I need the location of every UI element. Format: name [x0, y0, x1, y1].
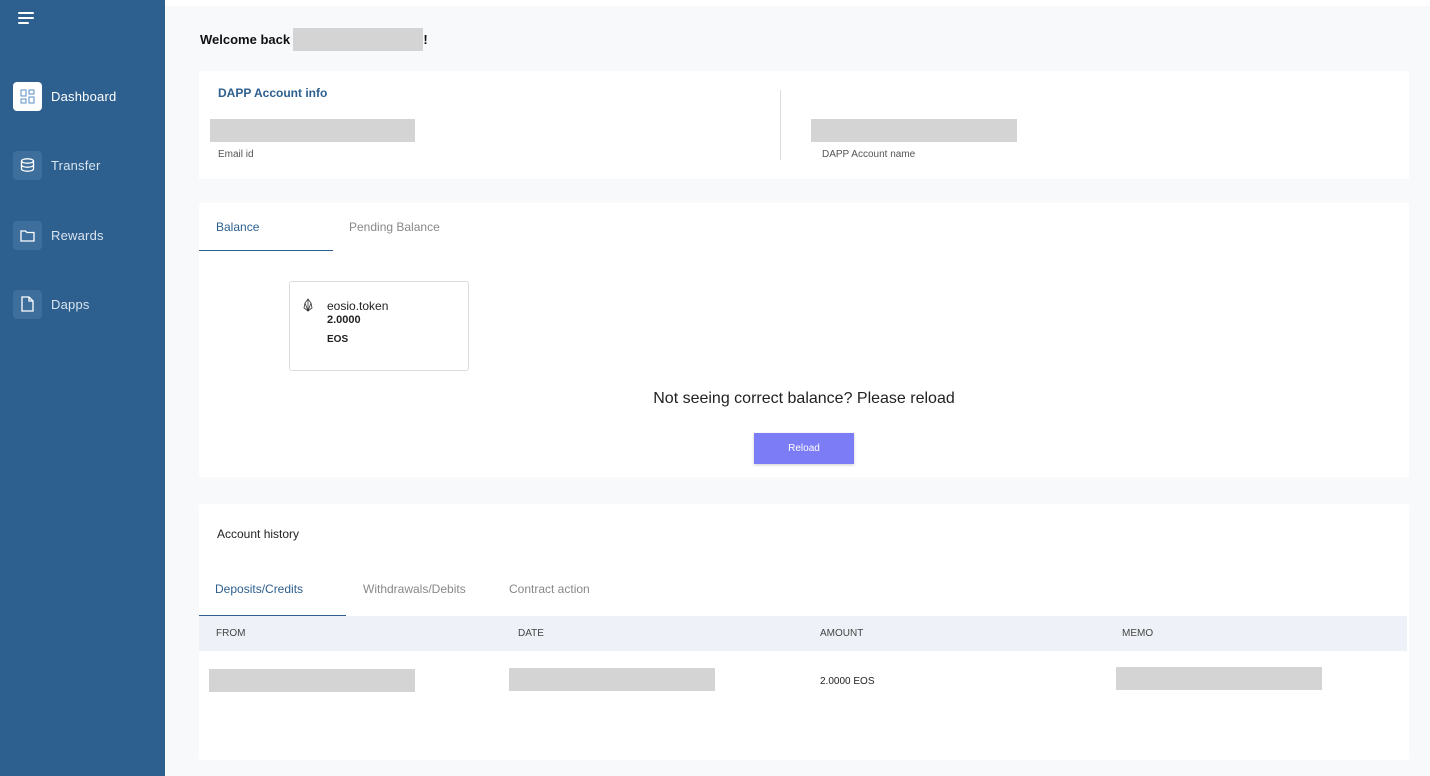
tab-balance[interactable]: Balance [216, 220, 259, 234]
account-info-title: DAPP Account info [218, 86, 328, 100]
tab-withdrawals-debits[interactable]: Withdrawals/Debits [363, 582, 466, 596]
tab-deposits-credits[interactable]: Deposits/Credits [215, 582, 303, 596]
balance-card: Balance Pending Balance eosio.token 2.00… [199, 203, 1409, 477]
tab-active-underline [199, 250, 333, 251]
redacted-username [293, 28, 424, 51]
document-icon [13, 289, 42, 319]
divider [780, 90, 781, 160]
sidebar-item-rewards[interactable]: Rewards [13, 220, 104, 250]
hamburger-menu-icon[interactable] [18, 12, 38, 30]
tab-pending-balance[interactable]: Pending Balance [349, 220, 440, 234]
account-history-card: Account history Deposits/Credits Withdra… [199, 504, 1409, 760]
sidebar-item-label: Dapps [51, 296, 90, 312]
sidebar-item-dapps[interactable]: Dapps [13, 289, 90, 319]
folder-icon [13, 220, 42, 250]
redacted-from [209, 669, 415, 692]
dashboard-grid-icon [13, 81, 42, 111]
account-history-title: Account history [217, 527, 300, 541]
column-header-date: DATE [518, 628, 544, 639]
welcome-suffix: ! [423, 32, 428, 47]
welcome-message: Welcome back , ! [200, 28, 428, 51]
reload-button[interactable]: Reload [754, 433, 854, 464]
reload-message: Not seeing correct balance? Please reloa… [653, 390, 955, 407]
sidebar-item-label: Rewards [51, 227, 104, 243]
redacted-date [509, 668, 715, 691]
sidebar-item-transfer[interactable]: Transfer [13, 150, 101, 180]
account-name-label: DAPP Account name [822, 149, 916, 160]
token-contract: eosio.token [327, 299, 389, 313]
redacted-memo [1116, 667, 1322, 690]
token-balance-tile: eosio.token 2.0000 EOS [289, 281, 469, 371]
row-amount: 2.0000 EOS [820, 676, 875, 687]
sidebar-item-label: Transfer [51, 157, 101, 173]
token-amount: 2.0000 [327, 314, 361, 326]
tab-contract-action[interactable]: Contract action [509, 582, 590, 596]
sidebar-item-label: Dashboard [51, 88, 117, 104]
account-info-card: DAPP Account info Email id DAPP Account … [199, 71, 1409, 179]
column-header-from: FROM [216, 628, 246, 639]
redacted-account-name [811, 119, 1017, 142]
welcome-prefix: Welcome back , [200, 32, 298, 47]
sidebar-item-dashboard[interactable]: Dashboard [13, 81, 116, 111]
redacted-email [210, 119, 415, 142]
email-label: Email id [218, 149, 254, 160]
token-symbol: EOS [327, 334, 349, 345]
column-header-memo: MEMO [1122, 628, 1154, 639]
eos-logo-icon [303, 298, 313, 317]
coins-stack-icon [13, 150, 42, 180]
sidebar: Dashboard Transfer Rewards Dapps [0, 0, 165, 776]
table-header: FROM DATE AMOUNT MEMO [199, 616, 1407, 651]
column-header-amount: AMOUNT [820, 628, 864, 639]
